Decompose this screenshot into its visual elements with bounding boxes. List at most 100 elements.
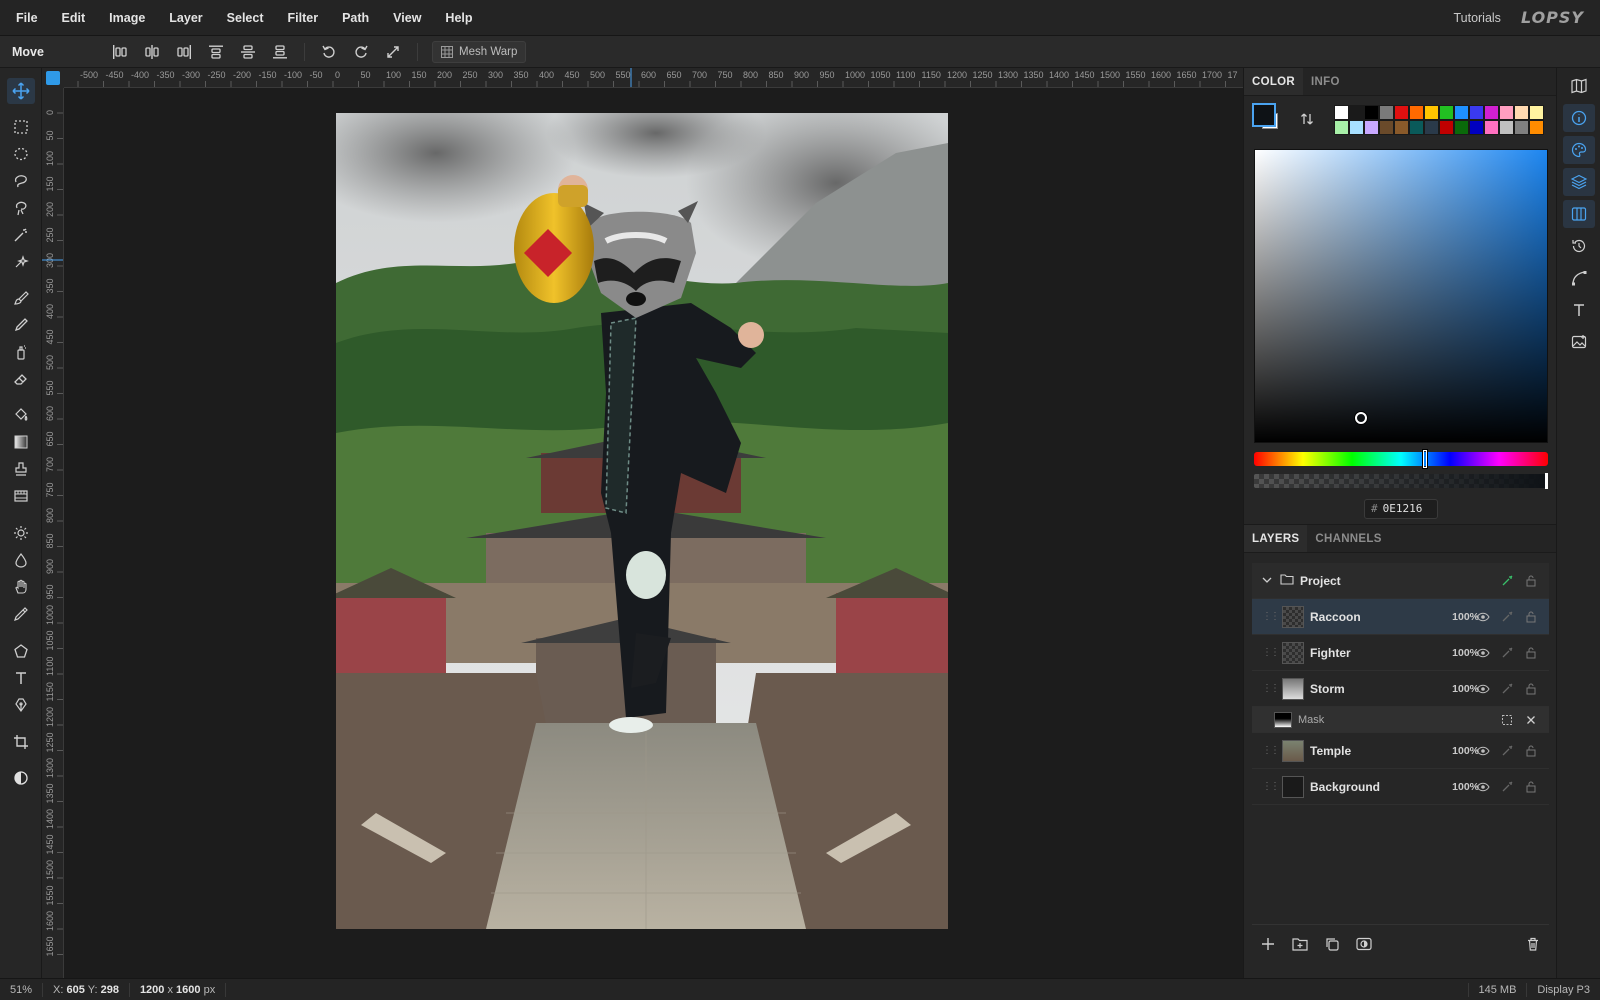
color-swatch[interactable] [1409,120,1424,135]
color-swatch[interactable] [1529,105,1544,120]
menu-file[interactable]: File [0,0,50,36]
menu-layer[interactable]: Layer [157,0,214,36]
lock-icon[interactable] [1523,743,1539,759]
color-swatch[interactable] [1499,120,1514,135]
tab-channels[interactable]: CHANNELS [1307,525,1389,552]
color-swatch[interactable] [1349,120,1364,135]
effects-icon[interactable] [1499,609,1515,625]
add-layer-icon[interactable] [1252,930,1284,958]
drag-handle-icon[interactable]: ⋮⋮ [1262,781,1280,792]
color-picker-handle[interactable] [1354,411,1367,424]
ellipse-select-icon[interactable] [7,141,35,167]
dodge-icon[interactable] [7,520,35,546]
align-bottom-icon[interactable] [264,39,296,65]
color-swatch[interactable] [1409,105,1424,120]
color-swatch[interactable] [1379,105,1394,120]
quick-select-icon[interactable] [7,249,35,275]
color-swatch[interactable] [1424,120,1439,135]
eye-icon[interactable] [1475,743,1491,759]
color-swatch[interactable] [1394,105,1409,120]
document-canvas[interactable] [336,113,948,929]
menu-path[interactable]: Path [330,0,381,36]
brush-icon[interactable] [7,285,35,311]
drag-handle-icon[interactable]: ⋮⋮ [1262,647,1280,658]
align-middle-vertical-icon[interactable] [232,39,264,65]
horizontal-ruler[interactable]: -500 -450 -400 -350 -300 -250 -200 -150 -100 -50 0… [64,68,1243,88]
color-swatch[interactable] [1424,105,1439,120]
effects-icon[interactable] [1499,779,1515,795]
color-swatch[interactable] [1454,120,1469,135]
lock-icon[interactable] [1523,645,1539,661]
layer-row[interactable]: ⋮⋮ Temple 100% [1252,733,1549,769]
tutorials-link[interactable]: Tutorials [1453,11,1500,25]
hand-icon[interactable] [7,574,35,600]
color-swatch[interactable] [1334,120,1349,135]
image-adjust-icon[interactable] [1563,328,1595,356]
color-swatch[interactable] [1364,120,1379,135]
drag-handle-icon[interactable]: ⋮⋮ [1262,683,1280,694]
foreground-color[interactable] [1252,103,1276,127]
layer-row[interactable]: ⋮⋮ Raccoon 100% [1252,599,1549,635]
mask-select-icon[interactable] [1499,712,1515,728]
swap-colors-icon[interactable] [1300,112,1314,129]
layer-row[interactable]: ⋮⋮ Storm 100% [1252,671,1549,707]
drag-handle-icon[interactable]: ⋮⋮ [1262,745,1280,756]
duplicate-layer-icon[interactable] [1316,930,1348,958]
rectangle-select-icon[interactable] [7,114,35,140]
layer-group-project[interactable]: Project [1252,563,1549,599]
paths-icon[interactable] [1563,264,1595,292]
magnetic-lasso-icon[interactable] [7,195,35,221]
color-swatch[interactable] [1469,105,1484,120]
color-swatch[interactable] [1514,105,1529,120]
layer-row[interactable]: ⋮⋮ Fighter 100% [1252,635,1549,671]
color-swatch[interactable] [1484,105,1499,120]
eye-icon[interactable] [1475,681,1491,697]
burn-icon[interactable] [7,547,35,573]
hue-slider[interactable] [1254,450,1548,468]
lock-icon[interactable] [1523,573,1539,589]
color-swatch[interactable] [1439,120,1454,135]
lock-icon[interactable] [1523,779,1539,795]
canvas-area[interactable] [64,88,1243,978]
color-swatch[interactable] [1349,105,1364,120]
align-left-icon[interactable] [104,39,136,65]
hue-slider-handle[interactable] [1422,450,1427,468]
menu-help[interactable]: Help [433,0,484,36]
effects-active-icon[interactable] [1499,573,1515,589]
rotate-left-icon[interactable] [313,39,345,65]
align-top-icon[interactable] [200,39,232,65]
mesh-warp-button[interactable]: Mesh Warp [432,40,527,63]
add-mask-icon[interactable] [1348,930,1380,958]
color-swatch[interactable] [1469,120,1484,135]
menu-select[interactable]: Select [215,0,276,36]
alpha-slider[interactable] [1254,473,1548,489]
expand-icon[interactable] [377,39,409,65]
text-tool-icon[interactable] [7,665,35,691]
info-icon[interactable] [1563,104,1595,132]
saturation-brightness-picker[interactable] [1254,149,1548,443]
eye-icon[interactable] [1475,609,1491,625]
tab-color[interactable]: COLOR [1244,68,1304,95]
alpha-slider-handle[interactable] [1545,473,1548,489]
color-swatch[interactable] [1454,105,1469,120]
eye-icon[interactable] [1475,645,1491,661]
color-swatch[interactable] [1334,105,1349,120]
align-right-icon[interactable] [168,39,200,65]
menu-edit[interactable]: Edit [50,0,98,36]
lasso-icon[interactable] [7,168,35,194]
history-icon[interactable] [1563,232,1595,260]
color-swatch[interactable] [1499,105,1514,120]
align-center-horizontal-icon[interactable] [136,39,168,65]
color-swatch[interactable] [1514,120,1529,135]
color-swatch[interactable] [1439,105,1454,120]
close-icon[interactable] [1523,712,1539,728]
new-group-icon[interactable] [1284,930,1316,958]
drag-handle-icon[interactable]: ⋮⋮ [1262,611,1280,622]
effects-icon[interactable] [1499,645,1515,661]
color-swatch[interactable] [1394,120,1409,135]
contrast-icon[interactable] [7,765,35,791]
layer-mask-row[interactable]: Mask [1252,707,1549,733]
hex-input[interactable]: #0E1216 [1364,499,1438,519]
spray-icon[interactable] [7,339,35,365]
vertical-ruler[interactable]: 0 50 100 150 200 250 300 350 400 450 500 550 600 650 7… [42,88,64,978]
